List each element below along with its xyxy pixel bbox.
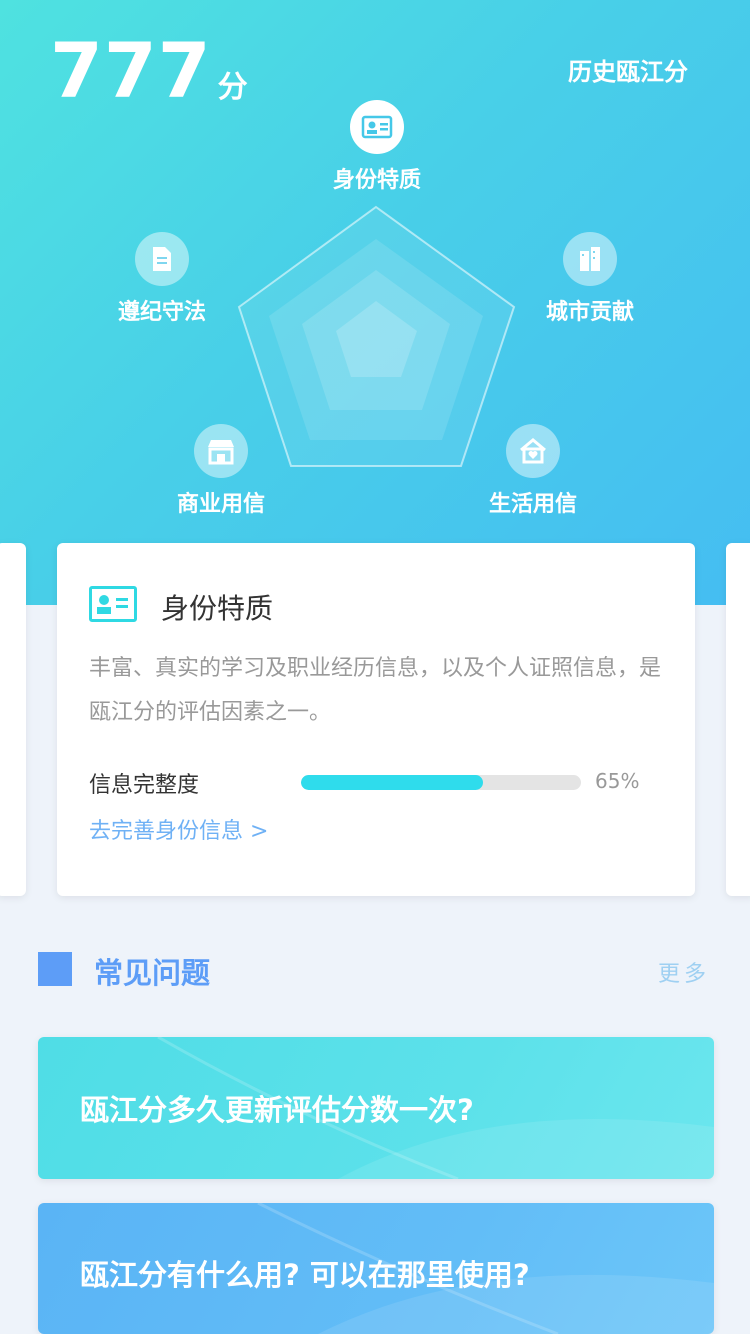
progress-fill [301,775,483,790]
card-title: 身份特质 [161,592,274,625]
prev-card-peek[interactable] [0,543,26,896]
shop-icon [194,424,248,478]
complete-identity-link[interactable]: 去完善身份信息 > [89,813,268,845]
building-icon [563,232,617,286]
faq-item[interactable]: 瓯江分有什么用? 可以在那里使用? [38,1203,714,1334]
progress-label: 信息完整度 [89,773,200,798]
progress-percent: 65% [595,769,640,793]
faq-title: 常见问题 [94,956,211,990]
dimension-city[interactable]: 城市贡献 [510,232,670,326]
dimension-label: 商业用信 [176,492,265,517]
dimension-identity[interactable]: 身份特质 [297,100,457,194]
id-card-icon [350,100,404,154]
faq-section-header: 常见问题 更多 [38,950,710,990]
faq-more-link[interactable]: 更多 [658,956,710,988]
dimension-detail-card: 身份特质 丰富、真实的学习及职业经历信息，以及个人证照信息，是瓯江分的评估因素之… [57,543,695,896]
dimension-life[interactable]: 生活用信 [453,424,613,518]
document-icon [135,232,189,286]
faq-question: 瓯江分多久更新评估分数一次? [80,1093,474,1127]
faq-question: 瓯江分有什么用? 可以在那里使用? [80,1258,530,1292]
card-description: 丰富、真实的学习及职业经历信息，以及个人证照信息，是瓯江分的评估因素之一。 [89,656,662,725]
dimension-label: 身份特质 [332,168,421,193]
section-marker-icon [38,952,72,986]
completeness-progress-bar [301,775,581,790]
home-heart-icon [506,424,560,478]
dimension-label: 生活用信 [488,492,577,517]
faq-item[interactable]: 瓯江分多久更新评估分数一次? [38,1037,714,1179]
next-card-peek[interactable] [726,543,750,896]
dimension-law[interactable]: 遵纪守法 [82,232,242,326]
id-card-icon [89,586,137,622]
dimension-business[interactable]: 商业用信 [141,424,301,518]
dimension-label: 遵纪守法 [117,300,206,325]
dimension-label: 城市贡献 [545,300,634,325]
